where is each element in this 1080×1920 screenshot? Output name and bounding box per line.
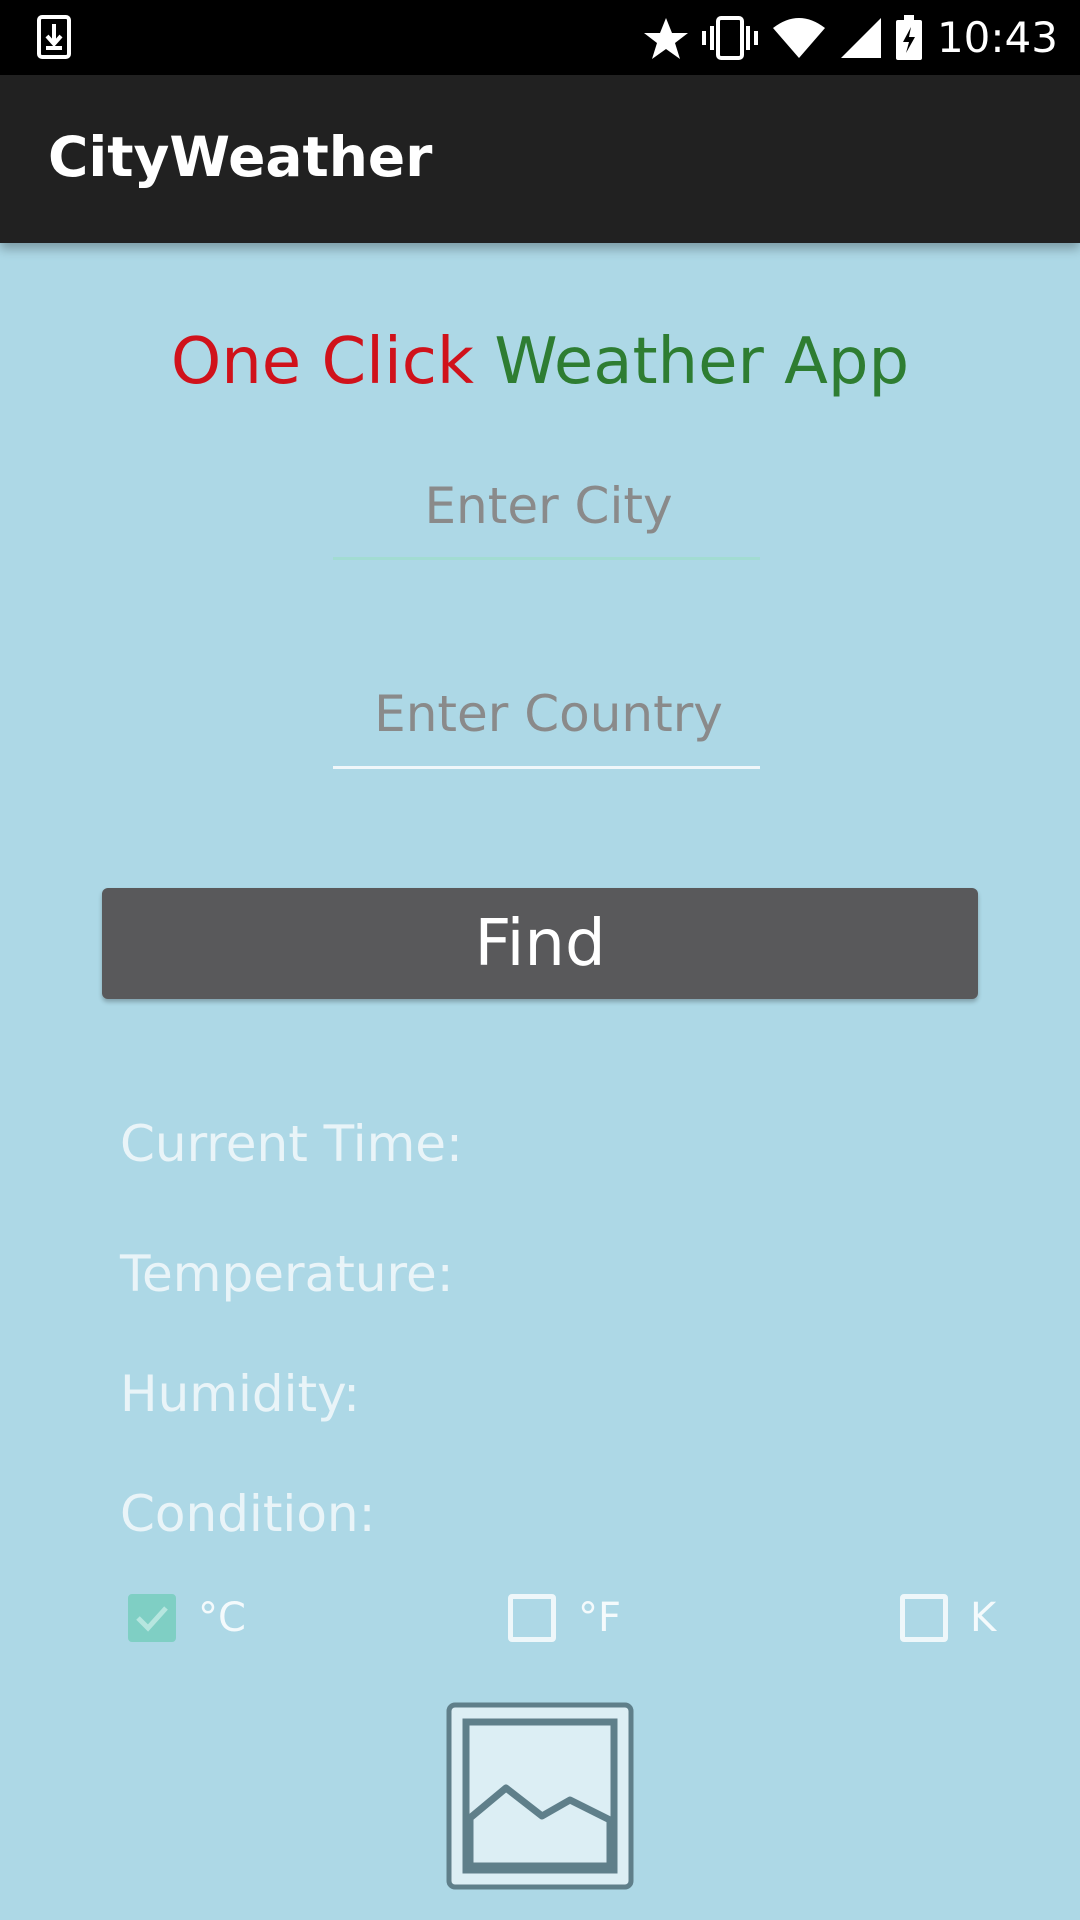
current-time-label: Current Time: <box>120 1115 463 1173</box>
kelvin-checkbox[interactable]: K <box>900 1590 996 1646</box>
humidity-label: Humidity: <box>120 1365 360 1423</box>
celsius-checkbox-box[interactable] <box>128 1594 176 1642</box>
weather-image <box>446 1702 634 1890</box>
headline-weather-app: Weather App <box>494 325 910 399</box>
find-button-label: Find <box>474 906 606 981</box>
checkmark-icon <box>136 1606 168 1632</box>
country-input[interactable] <box>333 658 764 770</box>
vibrate-icon <box>701 15 759 60</box>
celsius-checkbox[interactable]: °C <box>128 1590 246 1646</box>
signal-icon <box>839 16 883 60</box>
download-icon <box>36 14 72 60</box>
fahrenheit-checkbox[interactable]: °F <box>508 1590 621 1646</box>
city-field[interactable] <box>333 450 764 562</box>
app-bar: CityWeather <box>0 75 1080 243</box>
fahrenheit-checkbox-box[interactable] <box>508 1594 556 1642</box>
condition-label: Condition: <box>120 1485 376 1543</box>
headline: One Click Weather App <box>0 325 1080 399</box>
city-underline <box>333 557 760 560</box>
country-field[interactable] <box>333 658 764 770</box>
city-input[interactable] <box>333 450 764 562</box>
country-underline <box>333 766 760 769</box>
battery-icon <box>895 14 923 60</box>
image-placeholder-icon <box>446 1702 634 1890</box>
app-title: CityWeather <box>48 125 433 189</box>
status-bar: 10:43 <box>0 0 1080 75</box>
kelvin-label: K <box>970 1595 997 1641</box>
find-button[interactable]: Find <box>102 888 978 999</box>
celsius-label: °C <box>198 1595 246 1641</box>
temperature-label: Temperature: <box>120 1245 454 1303</box>
clock: 10:43 <box>936 13 1058 62</box>
wifi-icon <box>771 16 827 60</box>
fahrenheit-label: °F <box>578 1595 622 1641</box>
headline-one-click: One Click <box>170 325 495 399</box>
kelvin-checkbox-box[interactable] <box>900 1594 948 1642</box>
star-icon <box>643 16 689 60</box>
